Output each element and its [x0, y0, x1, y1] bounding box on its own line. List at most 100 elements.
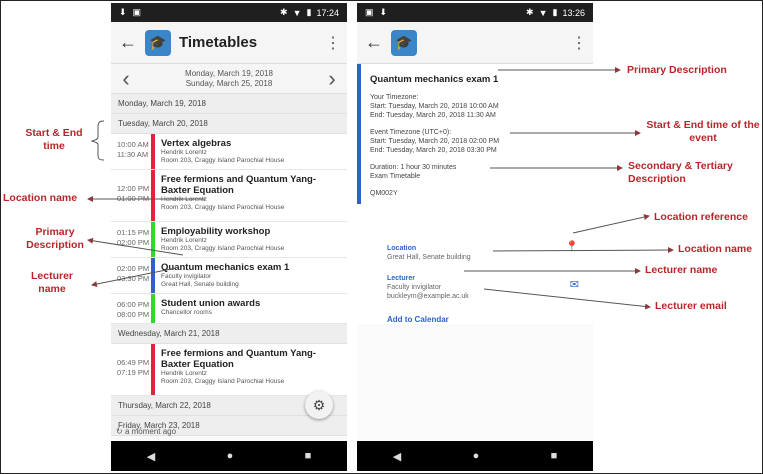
- week-start: Monday, March 19, 2018: [185, 68, 273, 78]
- refresh-status: ↻ a moment ago: [111, 427, 176, 436]
- event-timezone-label: Event Timezone (UTC+0):: [370, 129, 452, 136]
- nav-home-icon[interactable]: ●: [227, 450, 234, 462]
- event-title: Free fermions and Quantum Yang-Baxter Eq…: [161, 348, 317, 370]
- event-end: 02:00 PM: [117, 238, 150, 247]
- location-label: Location: [387, 245, 417, 252]
- lecturer-email[interactable]: buckleym@example.ac.uk: [387, 292, 583, 301]
- tertiary-description: QM002Y: [370, 190, 398, 197]
- event-end: 08:00 PM: [117, 310, 150, 319]
- day-header: Wednesday, March 21, 2018: [111, 324, 347, 344]
- event-location: Room 203, Craggy Island Parochial House: [161, 157, 285, 164]
- download-icon: ⬇: [379, 7, 388, 17]
- app-logo-icon: 🎓: [145, 29, 171, 56]
- event-row[interactable]: 06:00 PM 08:00 PM Student union awards Cha…: [111, 294, 347, 324]
- status-time: 13:26: [562, 7, 585, 18]
- more-menu-icon[interactable]: ⋮: [571, 33, 587, 53]
- timetable-phone: ⬇ ▣ ✱ ▼ ▮ 17:24 ← 🎓 Timetables ⋮ ‹ Monday, M…: [111, 3, 347, 471]
- annotation-lecturer-name: Lecturer name: [30, 270, 73, 295]
- back-arrow-icon[interactable]: ←: [119, 32, 141, 53]
- event-start: 06:49 PM: [117, 358, 150, 367]
- week-end: Sunday, March 25, 2018: [185, 78, 273, 88]
- nav-back-icon[interactable]: ◀: [393, 450, 401, 463]
- mail-icon[interactable]: ✉: [570, 278, 579, 291]
- event-lecturer: Faculty invigilator: [161, 273, 212, 280]
- event-location: Room 203, Craggy Island Parochial House: [161, 245, 285, 252]
- event-end: End: Tuesday, March 20, 2018 03:30 PM: [370, 147, 497, 154]
- annotation-primary-description-right: Primary Description: [627, 64, 727, 76]
- your-timezone-label: Your Timezone:: [370, 94, 419, 101]
- nav-recents-icon[interactable]: ■: [551, 450, 558, 462]
- event-row[interactable]: 01:15 PM 02:00 PM Employability workshop H…: [111, 222, 347, 258]
- wifi-icon: ▼: [292, 7, 302, 18]
- your-start: Start: Tuesday, March 20, 2018 10:00 AM: [370, 103, 499, 110]
- event-end: 11:30 AM: [117, 150, 149, 159]
- location-section[interactable]: Location Great Hall, Senate building 📍: [357, 241, 593, 262]
- previous-week-icon[interactable]: ‹: [117, 67, 135, 90]
- back-arrow-icon[interactable]: ←: [365, 32, 387, 53]
- nav-home-icon[interactable]: ●: [473, 450, 480, 462]
- annotation-start-end-time: Start & End time: [25, 127, 83, 152]
- wifi-icon: ▼: [538, 7, 548, 18]
- event-times: 12:00 PM 01:00 PM: [111, 170, 151, 221]
- more-menu-icon[interactable]: ⋮: [325, 33, 341, 53]
- event-row[interactable]: 12:00 PM 01:00 PM Free fermions and Quant…: [111, 170, 347, 222]
- event-times: 06:00 PM 08:00 PM: [111, 294, 151, 323]
- annotation-lecturer-email: Lecturer email: [655, 300, 727, 312]
- bluetooth-icon: ✱: [280, 7, 288, 17]
- event-end: 07:19 PM: [117, 368, 150, 377]
- annotation-location-name-right: Location name: [678, 243, 753, 255]
- event-times: 02:00 PM 03:30 PM: [111, 258, 151, 293]
- battery-icon: ▮: [552, 7, 558, 17]
- event-end: 01:00 PM: [117, 194, 150, 203]
- download-icon: ⬇: [119, 7, 127, 17]
- event-row[interactable]: 06:49 PM 07:19 PM Free fermions and Quant…: [111, 344, 347, 396]
- event-title: Employability workshop: [161, 226, 271, 237]
- annotation-location-name: Location name: [3, 192, 78, 204]
- event-lecturer: Hendrik Lorentz: [161, 196, 207, 203]
- week-selector: ‹ Monday, March 19, 2018 Sunday, March 2…: [111, 64, 347, 94]
- event-row[interactable]: 10:00 AM 11:30 AM Vertex algebras Hendrik …: [111, 134, 347, 170]
- duration: Duration: 1 hour 30 minutes: [370, 164, 457, 171]
- event-lecturer: Hendrik Lorentz: [161, 149, 207, 156]
- nav-recents-icon[interactable]: ■: [305, 450, 312, 462]
- event-detail: Quantum mechanics exam 1 Your Timezone: …: [357, 64, 593, 324]
- event-end: 03:30 PM: [117, 274, 150, 283]
- event-start: 12:00 PM: [117, 184, 150, 193]
- annotation-secondary-tertiary: Secondary & Tertiary Description: [628, 160, 733, 185]
- event-location: Room 203, Craggy Island Parochial House: [161, 204, 285, 211]
- event-location: Great Hall, Senate building: [161, 281, 239, 288]
- event-lecturer: Hendrik Lorentz: [161, 370, 207, 377]
- refresh-icon[interactable]: ↻: [116, 427, 123, 436]
- nav-back-icon[interactable]: ◀: [147, 450, 155, 463]
- event-times: 06:49 PM 07:19 PM: [111, 344, 151, 395]
- your-end: End: Tuesday, March 20, 2018 11:30 AM: [370, 112, 496, 119]
- event-lecturer: Hendrik Lorentz: [161, 237, 207, 244]
- add-to-calendar-button[interactable]: Add to Calendar: [357, 315, 593, 324]
- secondary-description: Exam Timetable: [370, 173, 421, 180]
- next-week-icon[interactable]: ›: [323, 67, 341, 90]
- lecturer-label: Lecturer: [387, 275, 416, 282]
- status-time: 17:24: [316, 7, 339, 18]
- event-title: Quantum mechanics exam 1: [161, 262, 290, 273]
- annotation-primary-description: Primary Description: [26, 226, 84, 251]
- refresh-text: a moment ago: [124, 427, 177, 436]
- app-bar: ← 🎓 ⋮: [357, 22, 593, 64]
- event-times: 01:15 PM 02:00 PM: [111, 222, 151, 257]
- annotation-start-end-event: Start & End time of the event: [646, 119, 760, 144]
- day-header: Monday, March 19, 2018: [111, 94, 347, 114]
- event-row[interactable]: 02:00 PM 03:30 PM Quantum mechanics exam …: [111, 258, 347, 294]
- event-start: 06:00 PM: [117, 300, 150, 309]
- event-detail-phone: ▣ ⬇ ✱ ▼ ▮ 13:26 ← 🎓 ⋮ Quantum mechanics exam…: [357, 3, 593, 471]
- event-detail-card: Quantum mechanics exam 1 Your Timezone: …: [357, 64, 593, 204]
- image-icon: ▣: [132, 7, 142, 17]
- map-pin-icon[interactable]: 📍: [565, 240, 579, 253]
- event-location: Room 203, Craggy Island Parochial House: [161, 378, 285, 385]
- event-title: Student union awards: [161, 298, 261, 309]
- event-times: 10:00 AM 11:30 AM: [111, 134, 151, 169]
- lecturer-section: Lecturer Faculty invigilator buckleym@ex…: [357, 274, 593, 301]
- gear-icon: ⚙: [312, 396, 326, 413]
- bluetooth-icon: ✱: [526, 7, 534, 17]
- settings-fab[interactable]: ⚙: [305, 391, 333, 419]
- image-icon: ▣: [365, 7, 374, 17]
- app-bar: ← 🎓 Timetables ⋮: [111, 22, 347, 64]
